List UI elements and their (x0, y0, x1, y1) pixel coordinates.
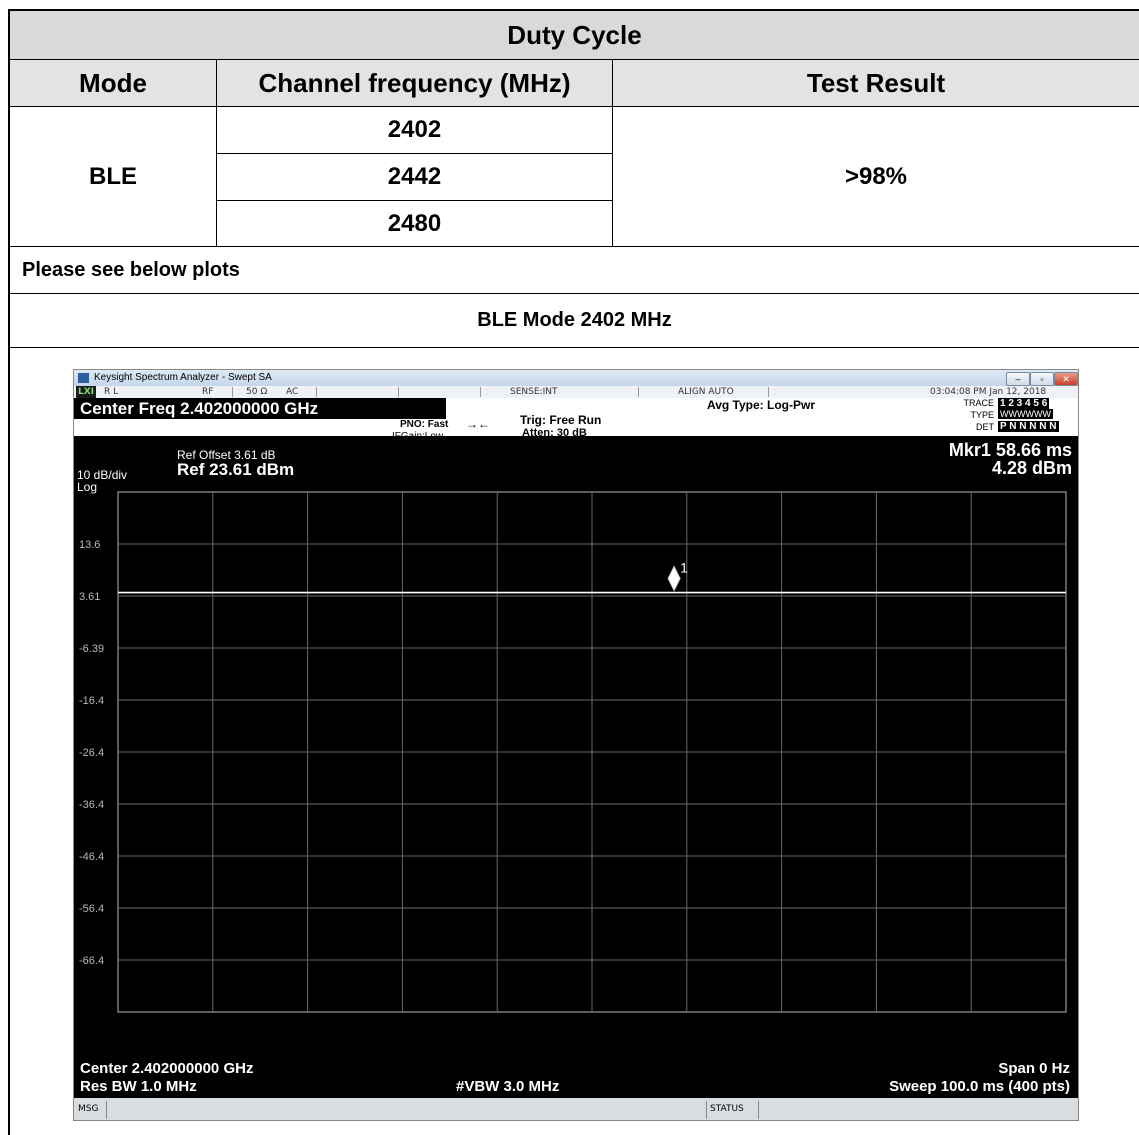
app-icon (78, 373, 89, 383)
y-tick-label: -26.4 (79, 747, 104, 759)
lxi-indicator: LXI (76, 386, 97, 398)
note-text: Please see below plots (22, 258, 240, 281)
header-test-result: Test Result (806, 67, 946, 98)
y-tick-label: 3.61 (79, 591, 100, 603)
trace-label: TRACE (963, 398, 994, 408)
avg-type: Avg Type: Log-Pwr (707, 398, 815, 412)
coupling-indicator: AC (286, 387, 299, 397)
header-mode: Mode (79, 67, 147, 98)
header-row: Mode Channel frequency (MHz) Test Result (10, 60, 1139, 106)
trace-plot: 13.6 3.61 -6.39 -16.4 -26.4 -36.4 -46.4 -56.4 -6… (79, 491, 1067, 1013)
title-row: Duty Cycle (10, 11, 1139, 59)
channel-cell: 2402 (387, 116, 442, 143)
plot-caption: BLE Mode 2402 MHz (477, 309, 672, 331)
align-indicator: ALIGN AUTO (678, 387, 734, 397)
impedance-indicator: 50 Ω (246, 387, 268, 397)
result-cell: >98% (844, 162, 908, 190)
sweep-readout: Sweep 100.0 ms (400 pts) (889, 1078, 1070, 1095)
type-values: WWWWWW (998, 409, 1053, 419)
message-bar: MSG STATUS (74, 1098, 1078, 1120)
vbw-readout: #VBW 3.0 MHz (456, 1078, 560, 1095)
channel-cell: 2480 (387, 209, 442, 237)
plot-area: Ref Offset 3.61 dB Ref 23.61 dBm 10 dB/d… (74, 436, 1078, 1058)
marker-diamond-icon (667, 565, 681, 592)
sense-indicator: SENSE:INT (510, 387, 558, 397)
res-bw-readout: Res BW 1.0 MHz (80, 1078, 197, 1095)
header-channel-frequency: Channel frequency (MHz) (258, 67, 571, 98)
y-tick-label: -66.4 (79, 955, 104, 967)
det-label: DET (976, 422, 994, 432)
y-tick-label: -56.4 (79, 903, 104, 915)
det-values: P N N N N N (998, 421, 1059, 432)
trace-values: 1 2 3 4 5 6 (998, 398, 1050, 409)
status-row: LXI R L RF 50 Ω AC SENSE:INT ALIGN AUTO … (74, 386, 1078, 398)
arrow-icon: →← (466, 417, 490, 431)
timestamp: 03:04:08 PM Jan 12, 2018 (930, 387, 1047, 397)
y-tick-label: 13.6 (79, 539, 100, 551)
y-tick-label: -6.39 (79, 643, 104, 655)
settings-panel: Center Freq 2.402000000 GHz PNO: Fast IF… (74, 398, 1078, 442)
window-title: Keysight Spectrum Analyzer - Swept SA (94, 372, 272, 383)
mode-cell: BLE (89, 162, 137, 190)
rf-indicator: RF (202, 387, 214, 397)
channel-cell: 2442 (387, 163, 442, 190)
marker-label: 1 (680, 560, 688, 576)
y-tick-label: -36.4 (79, 799, 104, 811)
center-freq-title[interactable]: Center Freq 2.402000000 GHz (80, 399, 318, 419)
spectrum-analyzer-screenshot: Keysight Spectrum Analyzer - Swept SA – … (73, 369, 1079, 1121)
window-titlebar: Keysight Spectrum Analyzer - Swept SA – … (74, 370, 1078, 386)
span-readout: Span 0 Hz (998, 1060, 1070, 1077)
pno-setting: PNO: Fast (400, 419, 449, 430)
restore-button[interactable]: ▫ (1030, 372, 1054, 386)
table-title: Duty Cycle (507, 19, 642, 50)
center-frequency-readout: Center 2.402000000 GHz (80, 1060, 254, 1077)
minimize-button[interactable]: – (1006, 372, 1030, 386)
trig-setting: Trig: Free Run (520, 413, 602, 427)
y-tick-label: -46.4 (79, 851, 104, 863)
rl-indicator: R L (104, 387, 119, 397)
type-label: TYPE (970, 410, 994, 420)
status-label: STATUS (710, 1104, 744, 1114)
bottom-settings: Center 2.402000000 GHz Span 0 Hz Res BW … (74, 1058, 1078, 1098)
close-button[interactable]: ✕ (1054, 372, 1078, 386)
msg-label: MSG (78, 1104, 99, 1114)
y-tick-label: -16.4 (79, 695, 104, 707)
